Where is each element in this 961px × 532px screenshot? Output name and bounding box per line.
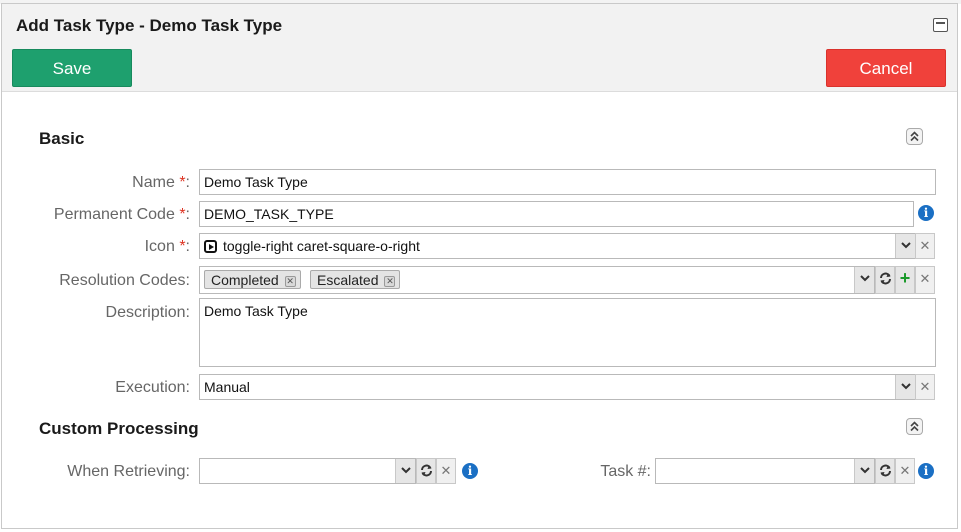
chevron-down-icon (901, 242, 911, 249)
chevron-double-up-icon (910, 421, 919, 432)
task-number-info-icon[interactable]: i (918, 463, 934, 479)
collapse-basic-button[interactable] (906, 128, 923, 145)
section-title-basic: Basic (39, 129, 85, 148)
save-button[interactable]: Save (12, 49, 132, 87)
task-number-clear-button[interactable]: ✕ (895, 458, 915, 484)
resolution-codes-refresh-button[interactable] (875, 266, 895, 294)
resolution-codes-clear-button[interactable]: ✕ (915, 266, 935, 294)
remove-tag-icon[interactable]: ✕ (384, 276, 396, 287)
execution-select[interactable]: Manual (199, 374, 916, 400)
dialog-toolbar: Save Cancel (2, 48, 957, 92)
when-retrieving-label: When Retrieving: (67, 463, 190, 480)
when-retrieving-dropdown-button[interactable] (395, 459, 415, 483)
permanent-code-label: Permanent Code *: (53, 206, 190, 223)
icon-select[interactable]: toggle-right caret-square-o-right (199, 233, 916, 259)
name-label: Name *: (132, 174, 190, 191)
cancel-button[interactable]: Cancel (826, 49, 946, 87)
remove-tag-icon[interactable]: ✕ (284, 276, 296, 287)
execution-dropdown-button[interactable] (895, 375, 915, 399)
resolution-codes-dropdown-button[interactable] (854, 267, 874, 293)
caret-square-o-right-icon (204, 240, 217, 253)
name-input[interactable]: Demo Task Type (199, 169, 936, 195)
task-number-refresh-button[interactable] (875, 458, 895, 484)
when-retrieving-select[interactable] (199, 458, 416, 484)
chevron-double-up-icon (910, 131, 919, 142)
permanent-code-info-icon[interactable]: i (918, 205, 934, 221)
description-textarea[interactable]: Demo Task Type (199, 298, 936, 367)
resolution-codes-label: Resolution Codes: (59, 272, 190, 289)
execution-clear-button[interactable]: ✕ (915, 374, 935, 400)
icon-dropdown-button[interactable] (895, 234, 915, 258)
when-retrieving-info-icon[interactable]: i (462, 463, 478, 479)
chevron-down-icon (401, 467, 411, 474)
section-title-custom-processing: Custom Processing (39, 419, 199, 438)
resolution-code-tag: Completed ✕ (204, 270, 301, 289)
resolution-code-tag: Escalated ✕ (310, 270, 401, 289)
refresh-icon (421, 464, 432, 477)
chevron-down-icon (901, 383, 911, 390)
task-number-select[interactable] (655, 458, 875, 484)
permanent-code-input[interactable]: DEMO_TASK_TYPE (199, 201, 914, 227)
when-retrieving-refresh-button[interactable] (416, 458, 436, 484)
execution-label: Execution: (115, 379, 190, 396)
resolution-codes-select[interactable]: Completed ✕ Escalated ✕ (199, 266, 875, 294)
when-retrieving-clear-button[interactable]: ✕ (436, 458, 456, 484)
collapse-custom-processing-button[interactable] (906, 418, 923, 435)
task-number-label: Task #: (600, 463, 651, 480)
icon-label: Icon *: (144, 238, 190, 255)
icon-clear-button[interactable]: ✕ (915, 233, 935, 259)
refresh-icon (880, 464, 891, 477)
add-task-type-dialog: Add Task Type - Demo Task Type Save Canc… (1, 3, 958, 529)
maximize-icon[interactable] (933, 18, 948, 32)
chevron-down-icon (860, 275, 870, 282)
dialog-titlebar: Add Task Type - Demo Task Type (2, 4, 957, 48)
description-label: Description: (105, 304, 190, 321)
dialog-title: Add Task Type - Demo Task Type (16, 16, 283, 35)
resolution-codes-add-button[interactable]: + (895, 266, 915, 294)
refresh-icon (880, 272, 891, 285)
chevron-down-icon (860, 467, 870, 474)
task-number-dropdown-button[interactable] (854, 459, 874, 483)
